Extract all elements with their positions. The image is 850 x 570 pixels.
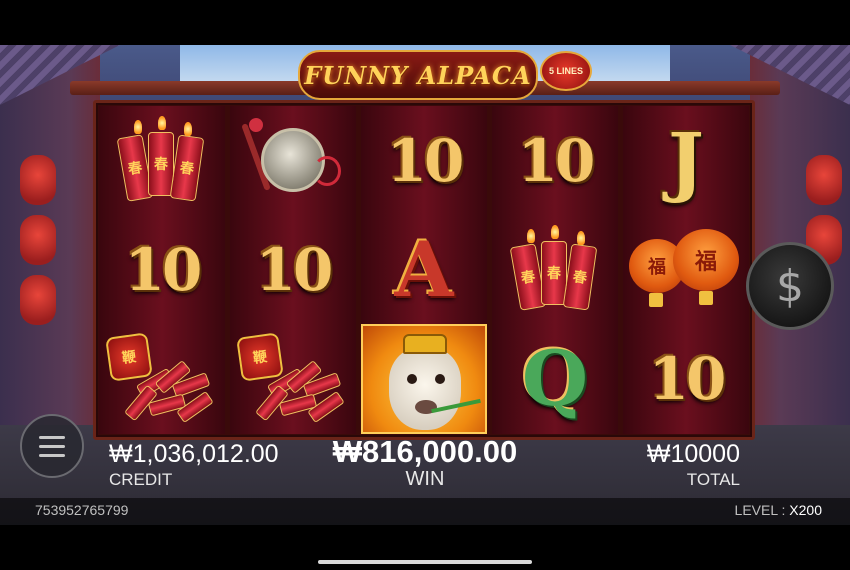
- firecracker-symbol: 春 春 春: [114, 115, 210, 206]
- reel-cell: 春 春 春: [492, 215, 618, 324]
- background-lantern: [806, 155, 842, 205]
- ten-symbol: 10: [386, 126, 465, 195]
- level-value: X200: [789, 502, 822, 518]
- reel-cell: 鞭: [99, 324, 225, 433]
- level-indicator: LEVEL : X200: [735, 502, 822, 518]
- fireworks-symbol: 鞭: [104, 331, 220, 427]
- background-lantern: [20, 215, 56, 265]
- flame-icon: [577, 230, 585, 245]
- menu-button[interactable]: [20, 414, 84, 478]
- flame-icon: [551, 224, 559, 239]
- reel-2: 10 鞭: [230, 106, 356, 434]
- game-title: FUNNY ALPACA: [304, 60, 532, 90]
- reel-cell: Q: [492, 324, 618, 433]
- total-bet-label: TOTAL: [686, 470, 740, 489]
- ten-symbol: 10: [124, 235, 203, 304]
- reel-cell: 春 春 春: [99, 106, 225, 215]
- firecracker-symbol: 春 春 春: [507, 224, 603, 315]
- reel-cell: [230, 106, 356, 215]
- reel-cell: A: [361, 215, 487, 324]
- bet-settings-button[interactable]: $: [746, 242, 834, 330]
- ten-symbol: 10: [255, 235, 334, 304]
- reel-cell: 10: [492, 106, 618, 215]
- reel-1: 春 春 春 10 鞭: [99, 106, 225, 434]
- total-bet-value[interactable]: ₩10000: [600, 440, 740, 469]
- level-label: LEVEL :: [734, 502, 790, 518]
- dollar-icon: $: [776, 260, 804, 312]
- tassel-icon: [699, 290, 713, 305]
- gong-mallet-head: [249, 117, 263, 132]
- win-label: WIN: [405, 468, 445, 490]
- reel-cell: 福 福: [623, 215, 749, 324]
- win-value: ₩816,000.00: [332, 434, 518, 469]
- fireworks-tag: 鞭: [105, 331, 153, 382]
- j-symbol: J: [668, 116, 704, 205]
- alpaca-wild-symbol: [361, 324, 487, 434]
- lanterns-symbol: 福 福: [627, 225, 745, 315]
- menu-icon: [39, 444, 65, 448]
- firecracker-stick: 春: [148, 131, 174, 196]
- game-round-id: 753952765799: [35, 502, 129, 518]
- flame-icon: [134, 119, 142, 134]
- credit-label: CREDIT: [109, 470, 173, 489]
- gong-symbol: [241, 116, 343, 206]
- q-symbol: Q: [521, 334, 589, 423]
- menu-icon: [39, 453, 65, 457]
- ten-symbol: 10: [648, 344, 727, 413]
- fireworks-symbol: 鞭: [235, 331, 351, 427]
- gong-icon: [261, 127, 325, 192]
- reel-3: 10 A: [361, 106, 487, 434]
- lines-badge: 5 LINES: [540, 51, 592, 91]
- game-logo: FUNNY ALPACA: [298, 50, 538, 100]
- flame-icon: [158, 115, 166, 130]
- reel-cell: 鞭: [230, 324, 356, 433]
- background-lantern: [20, 275, 56, 325]
- flame-icon: [527, 228, 535, 243]
- ten-symbol: 10: [517, 126, 596, 195]
- alpaca-hat-icon: [403, 334, 447, 354]
- reel-cell: 10: [230, 215, 356, 324]
- reel-5: J 福 福 10: [623, 106, 749, 434]
- firecracker-stick: 春: [169, 134, 205, 201]
- credit-value: ₩1,036,012.00: [109, 440, 279, 468]
- reel-cell: J: [623, 106, 749, 215]
- a-symbol: A: [394, 225, 454, 314]
- firecracker-stick: 春: [562, 243, 598, 310]
- lantern-icon: 福: [673, 228, 739, 291]
- firecracker-stick: 春: [541, 240, 567, 305]
- ribbon-icon: [313, 155, 341, 186]
- reel-cell: 10: [623, 324, 749, 433]
- alpaca-head: [389, 348, 461, 430]
- reel-cell: 10: [361, 106, 487, 215]
- lines-badge-label: 5 LINES: [548, 66, 583, 76]
- home-indicator[interactable]: [318, 560, 532, 564]
- reels-frame: 春 春 春 10 鞭 10 鞭 10 A 10 春 春 春 Q J 福 福 10: [93, 100, 755, 440]
- alpaca-eye: [435, 374, 445, 384]
- flame-icon: [184, 121, 192, 136]
- background-lantern: [20, 155, 56, 205]
- menu-icon: [39, 435, 65, 439]
- fireworks-tag: 鞭: [236, 331, 284, 382]
- reel-cell: 10: [99, 215, 225, 324]
- reel-4: 10 春 春 春 Q: [492, 106, 618, 434]
- alpaca-eye: [407, 374, 417, 384]
- tassel-icon: [649, 292, 663, 307]
